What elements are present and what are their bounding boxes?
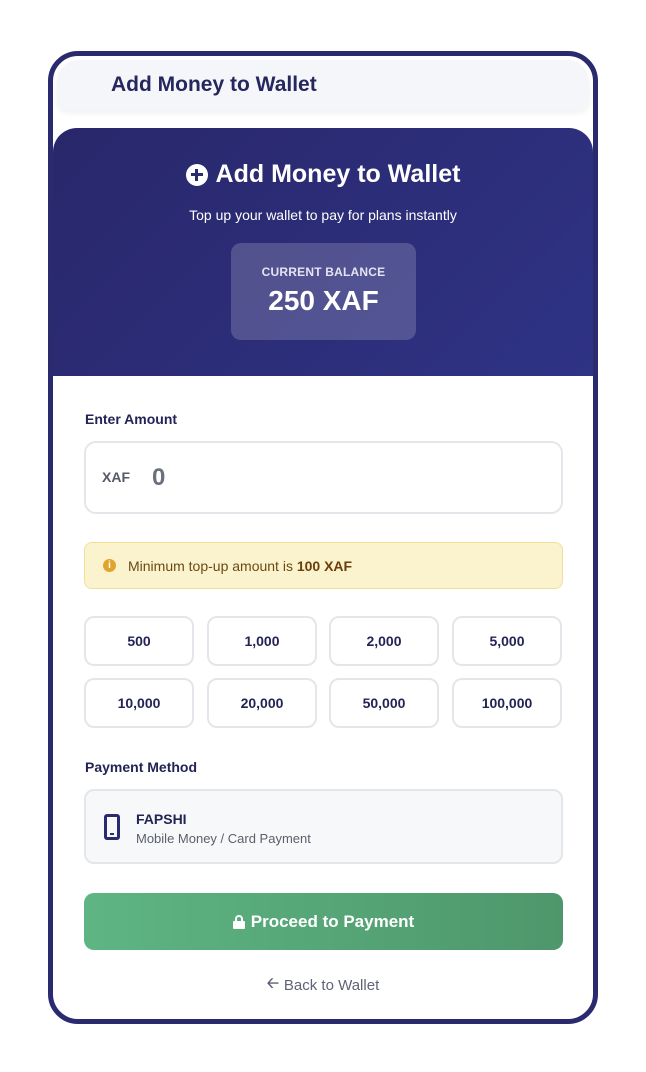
back-to-wallet-link[interactable]: 🡠 Back to Wallet [53,973,593,998]
hero-heading: Add Money to Wallet [53,160,593,189]
preset-button[interactable]: 2,000 [329,616,439,666]
top-bar: Add Money to Wallet [57,60,589,110]
payment-method-description: Mobile Money / Card Payment [136,831,311,846]
balance-card: CURRENT BALANCE 250 XAF [231,243,416,340]
preset-button[interactable]: 1,000 [207,616,317,666]
info-icon: i [103,559,116,572]
plus-circle-icon [185,163,208,186]
back-label: Back to Wallet [283,977,380,994]
amount-field[interactable]: XAF [84,441,563,514]
proceed-to-payment-button[interactable]: Proceed to Payment [84,893,563,950]
notice-text: Minimum top-up amount is 100 XAF [128,558,352,574]
preset-button[interactable]: 500 [84,616,194,666]
page-title: Add Money to Wallet [111,73,317,96]
preset-button[interactable]: 50,000 [329,678,439,728]
currency-prefix: XAF [102,469,130,485]
preset-button[interactable]: 100,000 [452,678,562,728]
hero-banner: Add Money to Wallet Top up your wallet t… [53,128,593,376]
balance-value: 250 XAF [268,285,379,316]
wallet-screen: Add Money to Wallet Add Money to Wallet … [48,51,598,1024]
proceed-label: Proceed to Payment [250,911,415,931]
notice-message: Minimum top-up amount is [128,557,297,574]
hero-subtitle: Top up your wallet to pay for plans inst… [189,207,457,223]
preset-button[interactable]: 5,000 [452,616,562,666]
payment-method-option[interactable]: FAPSHI Mobile Money / Card Payment [84,789,563,864]
amount-label: Enter Amount [85,411,178,427]
payment-method-name: FAPSHI [136,811,187,827]
balance-label: CURRENT BALANCE [261,265,386,279]
minimum-notice: i Minimum top-up amount is 100 XAF [84,542,563,589]
mobile-phone-icon [104,814,120,840]
notice-amount: 100 XAF [296,557,353,574]
hero-title-text: Add Money to Wallet [215,160,461,188]
lock-icon [232,914,245,929]
preset-button[interactable]: 20,000 [207,678,317,728]
preset-button[interactable]: 10,000 [84,678,194,728]
amount-input[interactable] [152,459,532,497]
arrow-left-icon: 🡠 [266,975,279,992]
payment-method-label: Payment Method [85,759,198,775]
